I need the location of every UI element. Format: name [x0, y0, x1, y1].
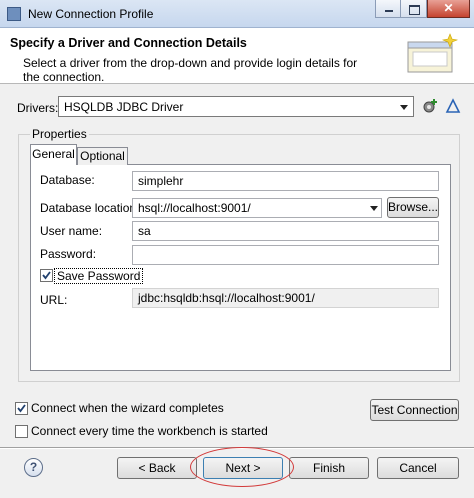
chevron-down-icon[interactable] [369, 203, 379, 213]
connect-when-wizard-completes-checkbox[interactable] [15, 402, 28, 415]
app-icon [7, 7, 21, 21]
drivers-selected-value: HSQLDB JDBC Driver [64, 100, 184, 114]
window-title: New Connection Profile [28, 7, 154, 21]
connect-every-time-checkbox[interactable] [15, 425, 28, 438]
url-field: jdbc:hsqldb:hsql://localhost:9001/ [132, 288, 439, 308]
finish-button[interactable]: Finish [289, 457, 369, 479]
close-icon: ✕ [443, 1, 454, 15]
check-icon [17, 404, 26, 413]
annotation-highlight-circle [190, 447, 294, 487]
wizard-banner-icon [407, 33, 459, 73]
test-connection-button[interactable]: Test Connection [370, 399, 459, 421]
database-location-combo[interactable]: hsql://localhost:9001/ [132, 198, 382, 218]
new-driver-icon[interactable] [422, 98, 438, 114]
database-location-label: Database location: [40, 201, 140, 215]
tab-optional[interactable]: Optional [77, 147, 128, 165]
maximize-icon [409, 5, 420, 15]
database-label: Database: [40, 173, 95, 187]
help-icon[interactable]: ? [24, 458, 43, 477]
database-field[interactable]: simplehr [132, 171, 439, 191]
check-icon [42, 271, 51, 280]
password-label: Password: [40, 247, 97, 261]
password-field[interactable] [132, 245, 439, 265]
properties-label: Properties [30, 127, 89, 141]
save-password-checkbox[interactable] [40, 269, 53, 282]
user-name-label: User name: [40, 224, 103, 238]
chevron-down-icon[interactable] [398, 102, 410, 112]
tab-general[interactable]: General [30, 144, 77, 165]
minimize-button[interactable] [375, 0, 401, 18]
page-description: Select a driver from the drop-down and p… [23, 56, 358, 84]
user-name-field[interactable]: sa [132, 221, 439, 241]
browse-button[interactable]: Browse... [387, 197, 439, 218]
save-password-label[interactable]: Save Password [54, 268, 144, 284]
url-label: URL: [40, 293, 68, 307]
close-button[interactable]: ✕ [427, 0, 470, 18]
minimize-icon [385, 10, 393, 12]
page-title: Specify a Driver and Connection Details [10, 36, 247, 50]
maximize-button[interactable] [401, 0, 427, 18]
edit-driver-icon[interactable] [445, 98, 461, 114]
connect-every-time-label[interactable]: Connect every time the workbench is star… [31, 424, 268, 438]
cancel-button[interactable]: Cancel [377, 457, 459, 479]
drivers-label: Drivers: [17, 101, 59, 115]
connect-when-wizard-completes-label[interactable]: Connect when the wizard completes [31, 401, 224, 415]
back-button[interactable]: < Back [117, 457, 197, 479]
